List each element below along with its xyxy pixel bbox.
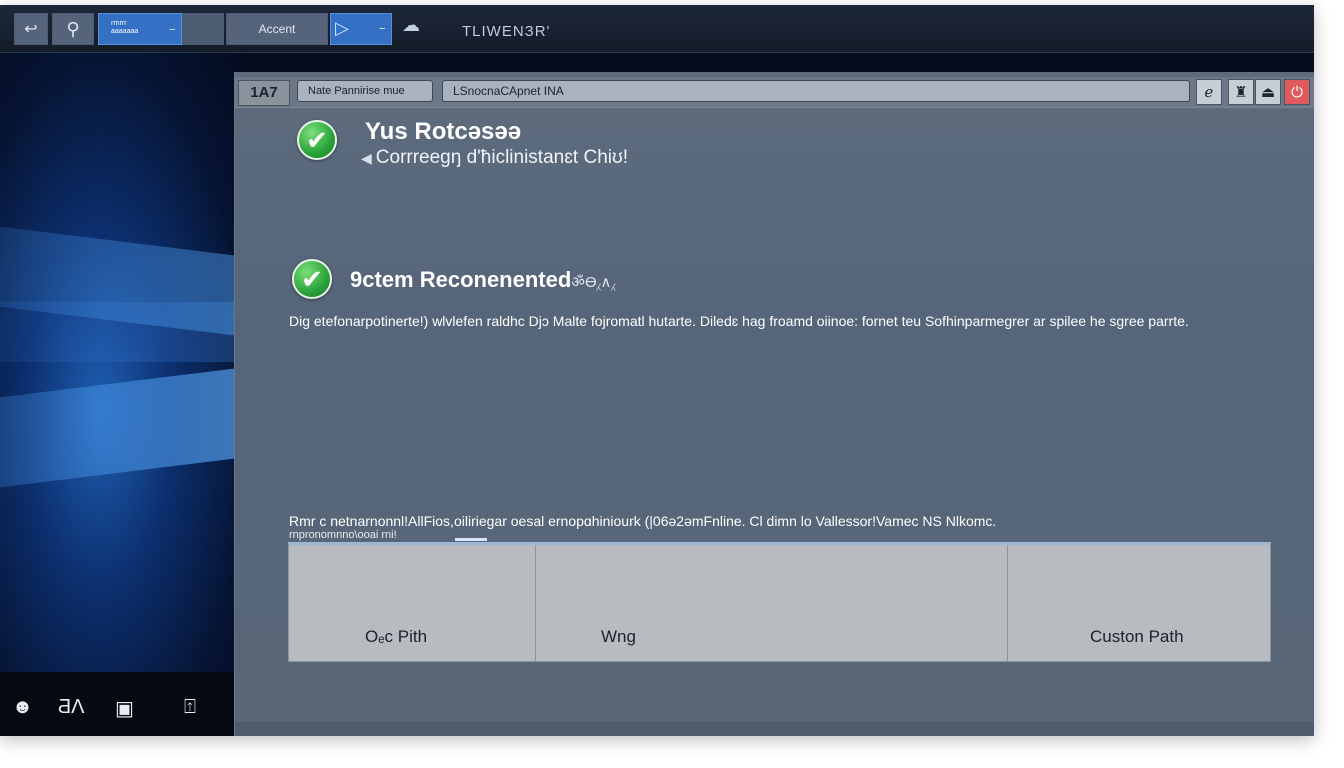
section-heading: 9ctem ReconenentedॐƟ⁁∧⁁ [350,267,615,293]
dialog-window: 1A7 Nate Pannirise mue LSnocnaCApnet INA… [234,72,1314,736]
store-icon[interactable]: ⍐ [184,696,196,719]
weather-icon[interactable]: ☁ [402,15,420,36]
option-wng[interactable]: Wng [536,545,1008,661]
desktop-screen: ↩ ⚲ rrnrrr aaaaaaa – Accent ▷ – ☁ TLIWEN… [0,5,1314,736]
taskbar-blank-button[interactable] [182,13,224,45]
options-description-sub: rnpronomnno\ooai rni! [289,529,397,541]
accent-button[interactable]: Accent [226,13,328,45]
settings-button[interactable]: ♜ [1228,79,1254,105]
section-heading-tail: ॐƟ⁁∧⁁ [571,274,616,291]
focus-indicator [455,538,487,541]
play-button[interactable]: ▷ – [330,13,392,45]
power-icon: ⏻ [1291,83,1303,101]
pin-button[interactable]: ⚲ [52,13,94,45]
app-label: rrnrrr aaaaaaa [111,20,139,35]
back-button[interactable]: ↩ [14,13,48,45]
desktop-wallpaper [0,52,250,672]
minimize-dash-icon: – [169,24,175,35]
settings-icon: ♜ [1234,84,1248,101]
pin-icon: ⚲ [66,18,80,39]
minimize-icon: ⏏ [1260,84,1276,101]
success-check-icon: ✔ [292,259,332,299]
path-field[interactable]: LSnocnaCApnet INA [442,80,1190,102]
top-taskbar: ↩ ⚲ rrnrrr aaaaaaa – Accent ▷ – ☁ TLIWEN… [0,5,1314,53]
option-label: Custon Path [1090,627,1184,646]
media-icon[interactable]: ƋΛ [58,696,84,719]
option-quick-path[interactable]: Oₑc Pith [289,545,536,661]
back-icon: ↩ [24,21,38,38]
window-footer [235,722,1314,736]
arrow-left-icon: ◀ [361,150,372,166]
refresh-icon: ℯ [1204,84,1214,101]
option-label: Oₑc Pith [365,627,428,646]
window-icon[interactable]: ▣ [115,696,134,721]
minimize-dash-icon: – [379,23,385,34]
section-heading-text: 9ctem Reconenented [350,267,572,292]
globe-icon[interactable]: ☻ [12,696,33,719]
sub-heading: ◀ Corrreegŋ d'ħiclinistanɛt Chiʊ! [361,147,628,169]
location-field[interactable]: Nate Pannirise mue [297,80,433,102]
description-text: Dig etefonarpotinerte!) wlvlefen raldhc … [289,313,1189,329]
option-custom-path[interactable]: Custon Path [1008,545,1270,661]
refresh-button[interactable]: ℯ [1196,79,1222,105]
window-toolbar: 1A7 Nate Pannirise mue LSnocnaCApnet INA… [235,77,1314,108]
taskbar-app-button[interactable]: rrnrrr aaaaaaa – [98,13,182,45]
main-heading: Yus Rotcǝsǝǝ [365,118,522,145]
success-check-icon: ✔ [297,120,337,160]
path-options: Oₑc Pith Wng Custon Path [288,542,1271,662]
close-button[interactable]: ⏻ [1284,79,1310,105]
taskbar-title: TLIWENЗR' [462,23,551,40]
minimize-button[interactable]: ⏏ [1255,79,1281,105]
play-icon: ▷ [335,18,349,38]
accent-label: Accent [258,22,296,36]
options-description: Rmr c netnarnonnl!AllFios,oiliriegar oes… [289,513,997,529]
option-label: Wng [601,627,636,646]
sub-heading-text: Corrreegŋ d'ħiclinistanɛt Chiʊ! [375,147,629,168]
app-badge-icon: 1A7 [238,80,290,106]
bottom-tray: ☻ ƋΛ ▣ ⍐ [0,672,236,736]
